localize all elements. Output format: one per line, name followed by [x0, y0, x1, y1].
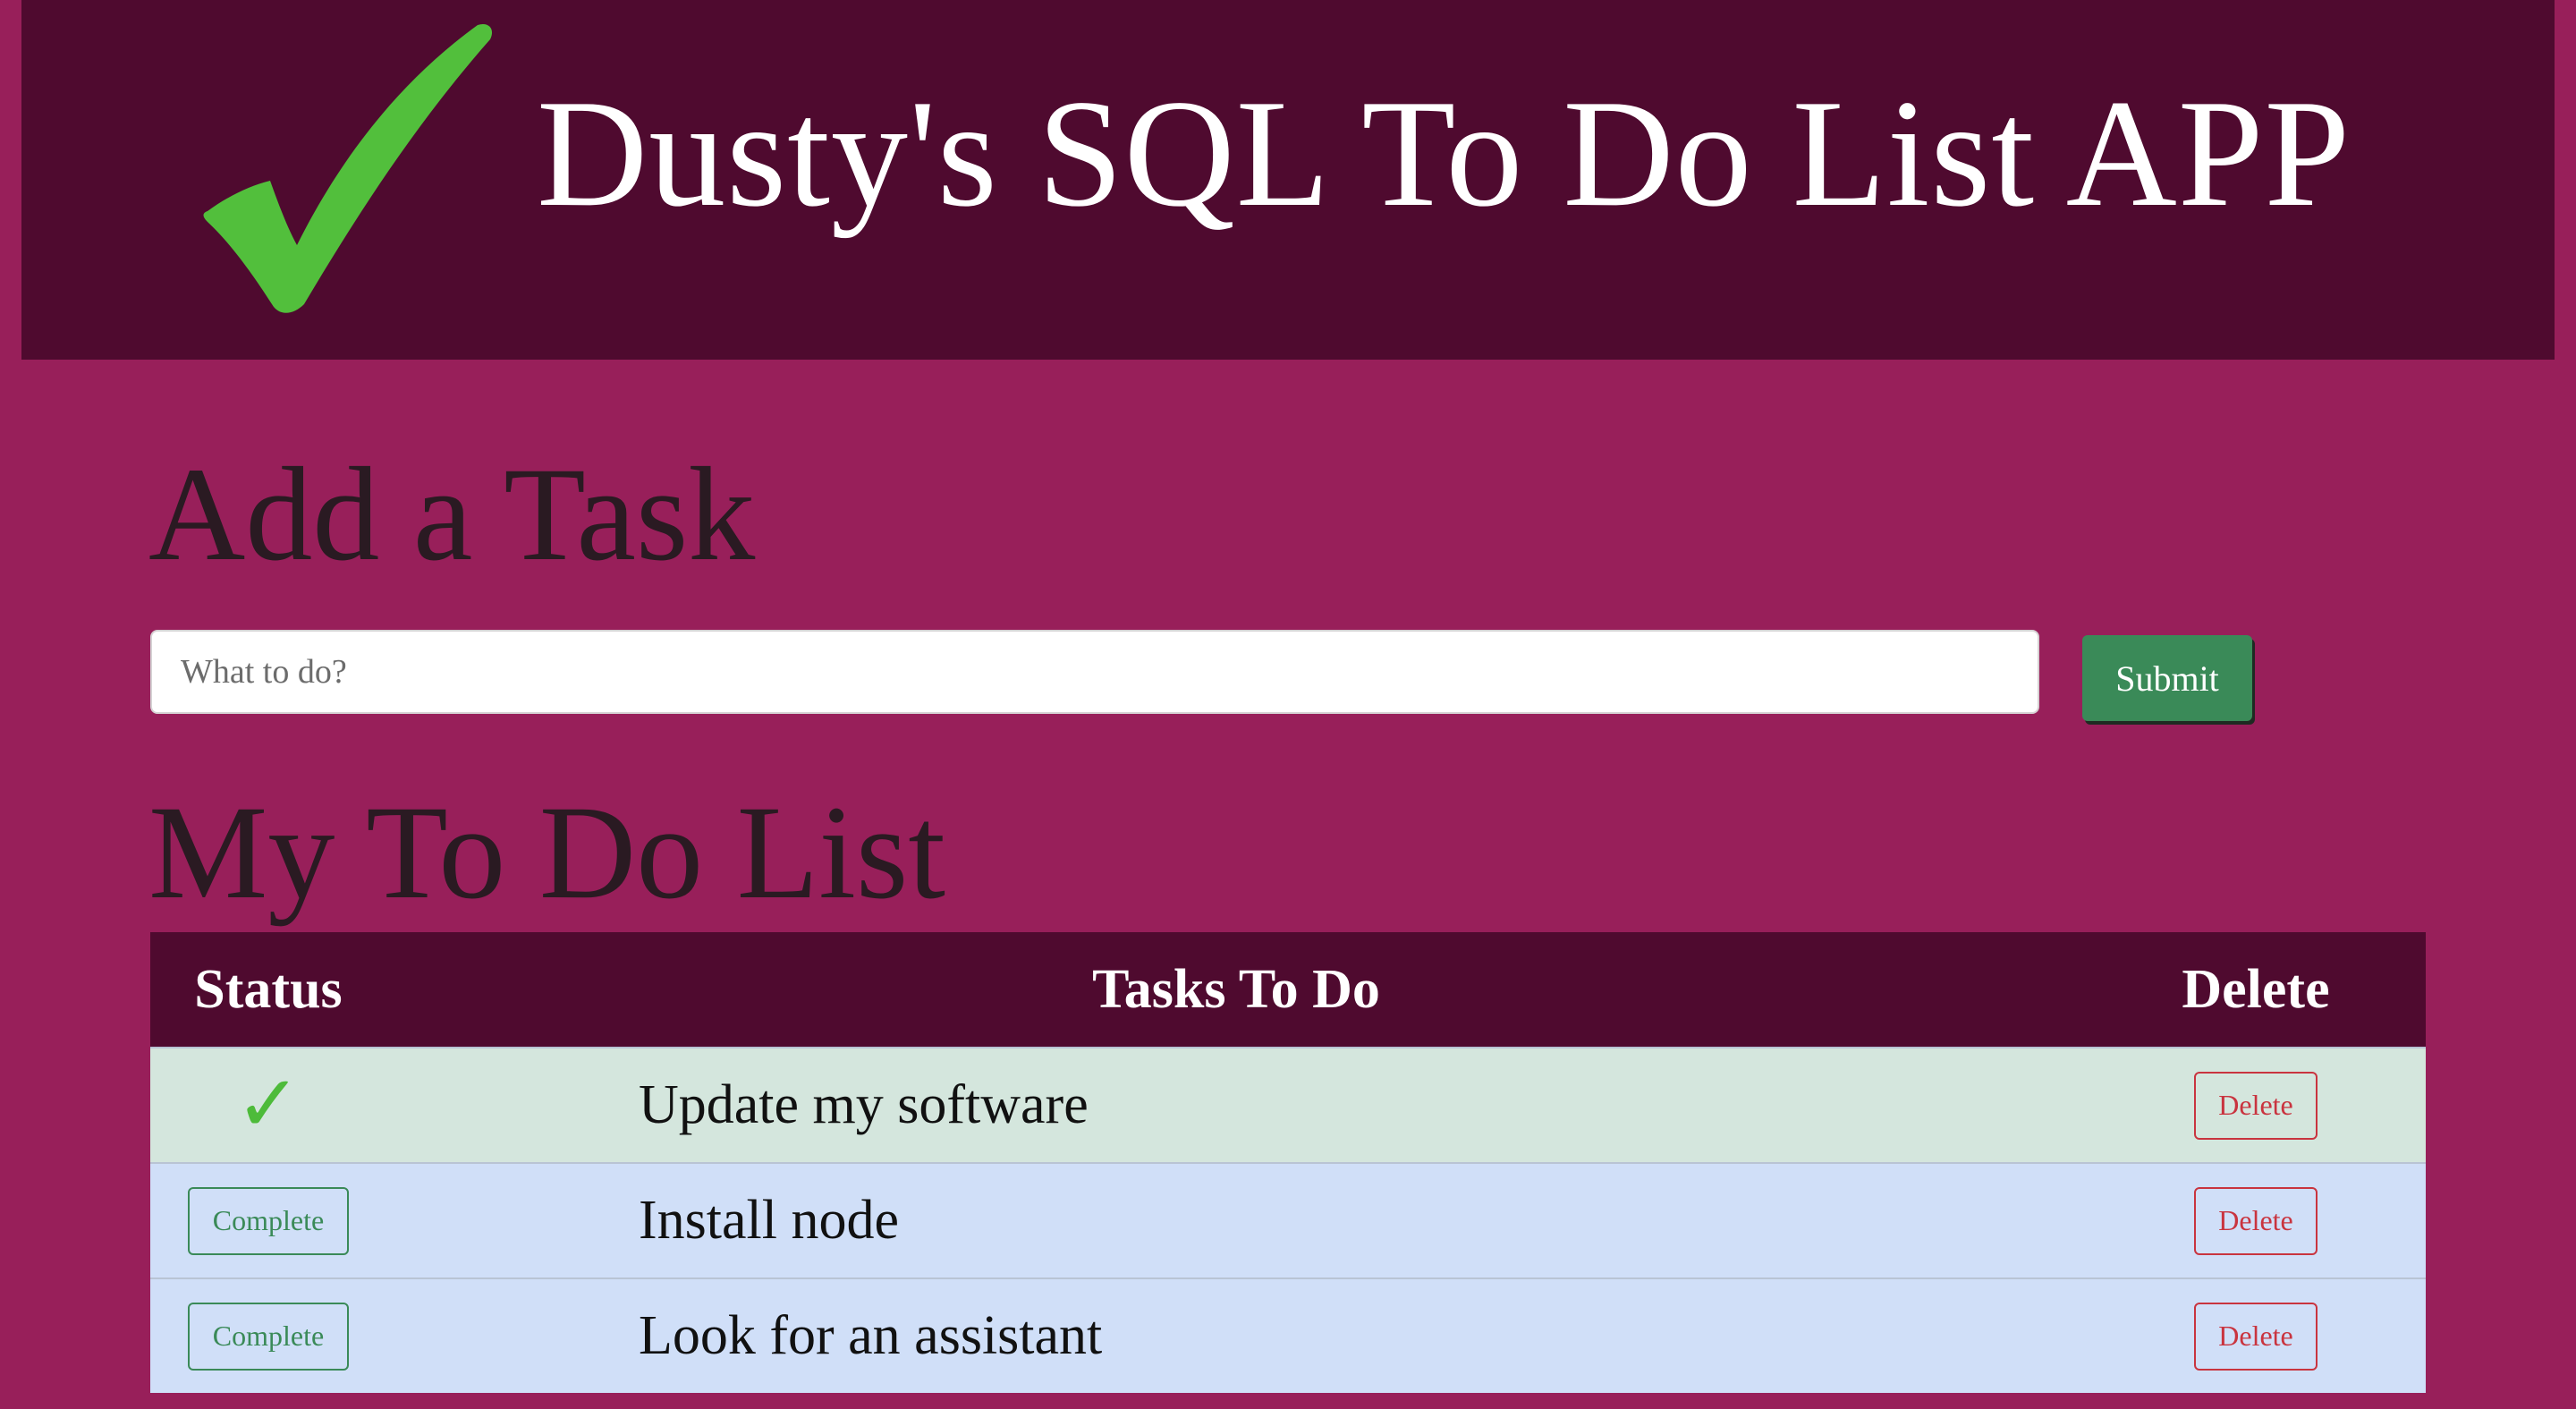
delete-button[interactable]: Delete — [2194, 1302, 2318, 1371]
app-title: Dusty's SQL To Do List APP — [537, 69, 2351, 239]
column-header-tasks: Tasks To Do — [1092, 959, 1380, 1020]
task-text: Install node — [639, 1190, 899, 1251]
table-header: Status Tasks To Do Delete — [150, 932, 2426, 1047]
status-cell: Complete — [150, 1279, 386, 1393]
delete-cell: Delete — [2086, 1164, 2426, 1277]
checkmark-icon — [203, 23, 493, 313]
task-text: Look for an assistant — [639, 1305, 1103, 1366]
delete-cell: Delete — [2086, 1279, 2426, 1393]
add-task-heading: Add a Task — [148, 440, 756, 589]
table-row: ✓ Update my software Delete — [150, 1047, 2426, 1162]
column-header-delete: Delete — [2182, 959, 2330, 1020]
column-header-status: Status — [194, 959, 343, 1020]
table-row: Complete Look for an assistant Delete — [150, 1277, 2426, 1393]
submit-button[interactable]: Submit — [2082, 635, 2252, 721]
status-cell: Complete — [150, 1164, 386, 1277]
todo-list-heading: My To Do List — [148, 778, 945, 927]
table-row: Complete Install node Delete — [150, 1162, 2426, 1277]
task-text: Update my software — [639, 1074, 1089, 1135]
delete-button[interactable]: Delete — [2194, 1071, 2318, 1140]
todo-table: Status Tasks To Do Delete ✓ Update my so… — [150, 932, 2426, 1393]
app-header: Dusty's SQL To Do List APP — [21, 0, 2555, 360]
delete-cell: Delete — [2086, 1048, 2426, 1162]
checkmark-icon: ✓ — [235, 1061, 301, 1149]
complete-button[interactable]: Complete — [188, 1186, 349, 1255]
complete-button[interactable]: Complete — [188, 1302, 349, 1371]
delete-button[interactable]: Delete — [2194, 1186, 2318, 1255]
status-cell: ✓ — [150, 1048, 386, 1162]
task-input[interactable] — [150, 630, 2039, 714]
